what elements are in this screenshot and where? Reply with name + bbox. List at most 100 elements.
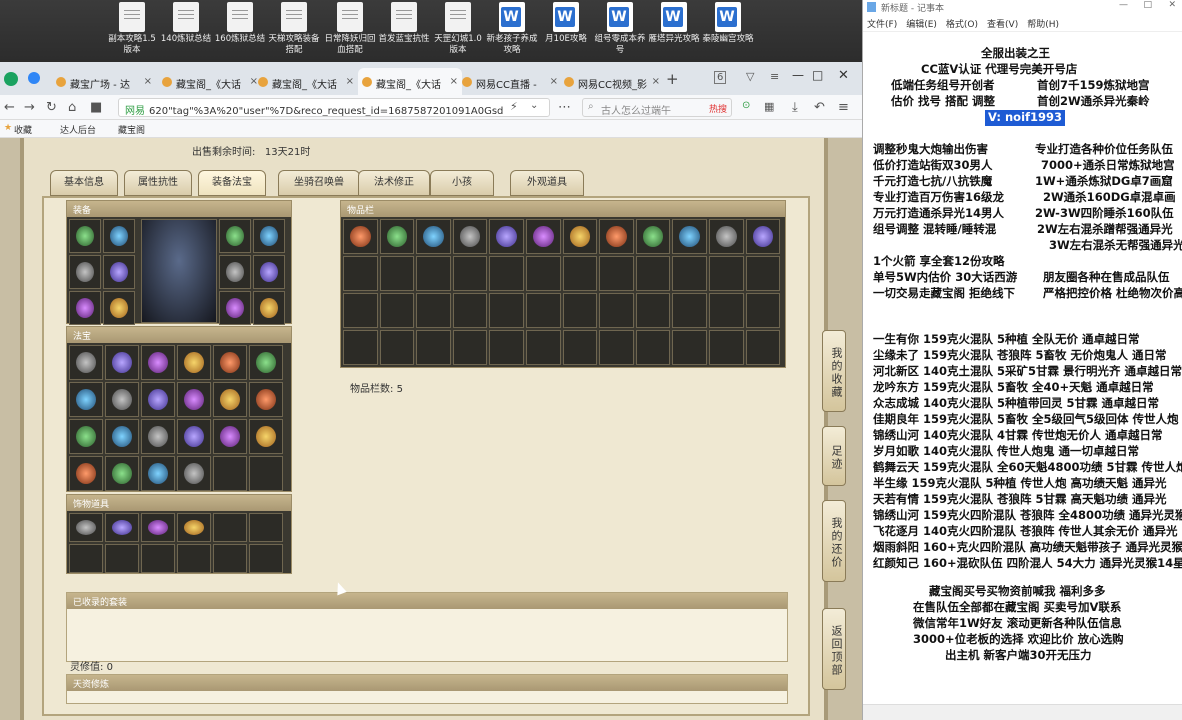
item-slot[interactable]: [105, 382, 139, 417]
item-slot[interactable]: [69, 513, 103, 542]
item-slot[interactable]: [452, 219, 488, 254]
item-slot[interactable]: [219, 219, 251, 253]
close-button[interactable]: ✕: [838, 68, 849, 83]
game-tab[interactable]: 基本信息: [50, 170, 118, 196]
item-slot[interactable]: [525, 219, 561, 254]
item-slot[interactable]: [249, 345, 283, 380]
item-slot[interactable]: [253, 255, 285, 289]
item-slot[interactable]: [562, 219, 598, 254]
undo-icon[interactable]: ↶: [814, 100, 825, 115]
item-slot[interactable]: [745, 219, 781, 254]
tab-list-icon[interactable]: 6: [714, 71, 727, 84]
item-slot[interactable]: [69, 291, 101, 325]
tab-close-icon[interactable]: ×: [144, 76, 152, 87]
item-slot[interactable]: [105, 456, 139, 491]
item-slot[interactable]: [69, 255, 101, 289]
bookmark-item[interactable]: 收藏: [14, 123, 32, 136]
desktop-file-icon[interactable]: 140炼狱总结: [158, 2, 214, 45]
notepad-close-button[interactable]: ✕: [1168, 0, 1176, 10]
browser-menu-icon[interactable]: ≡: [838, 100, 849, 115]
minimize-button[interactable]: —: [792, 68, 804, 82]
game-tab[interactable]: 坐骑召唤兽: [278, 170, 360, 196]
item-slot[interactable]: [708, 219, 744, 254]
item-slot[interactable]: [343, 219, 378, 254]
desktop-file-icon[interactable]: 组号零成本养号: [592, 2, 648, 56]
item-slot[interactable]: [177, 382, 211, 417]
bag-icon[interactable]: ■: [90, 100, 102, 115]
browser-tab[interactable]: 网易CC直播 - ×: [458, 68, 562, 95]
item-slot[interactable]: [141, 456, 175, 491]
browser-logo-icon[interactable]: [4, 72, 18, 86]
desktop-file-icon[interactable]: 雁塔异光攻略: [646, 2, 702, 45]
item-slot[interactable]: [69, 219, 101, 253]
apps-icon[interactable]: ▦: [764, 100, 774, 113]
item-slot[interactable]: [141, 419, 175, 454]
item-slot[interactable]: [105, 513, 139, 542]
browser-tab[interactable]: 藏宝阁_《大话 ×: [254, 68, 358, 95]
chevron-down-icon[interactable]: ⌄: [530, 100, 538, 111]
item-slot[interactable]: [253, 291, 285, 325]
bargain-side-button[interactable]: 我的还价: [822, 500, 846, 582]
bookmark-item[interactable]: 藏宝阁: [118, 123, 145, 136]
item-slot[interactable]: [379, 219, 415, 254]
desktop-file-icon[interactable]: 160炼狱总结: [212, 2, 268, 45]
item-slot[interactable]: [249, 382, 283, 417]
tab-close-icon[interactable]: ×: [652, 76, 660, 87]
notepad-text-area[interactable]: 全服出装之王 CC蓝V认证 代理号完美开号店 低端任务组号开创者 首创7千159炼狱地…: [863, 32, 1182, 702]
browser-tab[interactable]: 网易CC视频_影 ×: [560, 68, 664, 95]
back-to-top-button[interactable]: 返回顶部: [822, 608, 846, 690]
item-slot[interactable]: [141, 382, 175, 417]
item-slot[interactable]: [177, 456, 211, 491]
desktop-file-icon[interactable]: 秦陵幽宫攻略: [700, 2, 756, 45]
notepad-menu-item[interactable]: 格式(O): [946, 20, 978, 30]
new-tab-button[interactable]: +: [666, 70, 679, 88]
item-slot[interactable]: [249, 419, 283, 454]
desktop-file-icon[interactable]: 天梯攻略装备搭配: [266, 2, 322, 56]
item-slot[interactable]: [69, 345, 103, 380]
home-icon[interactable]: ⌂: [68, 100, 76, 115]
forward-icon[interactable]: →: [24, 100, 35, 115]
item-slot[interactable]: [489, 219, 524, 254]
game-tab[interactable]: 装备法宝: [198, 170, 266, 196]
tab-close-icon[interactable]: ×: [550, 76, 558, 87]
desktop-file-icon[interactable]: 副本攻略1.5版本: [104, 2, 160, 56]
item-slot[interactable]: [219, 255, 251, 289]
favorite-side-button[interactable]: 我的收藏: [822, 330, 846, 412]
notepad-menu-item[interactable]: 查看(V): [987, 20, 1018, 30]
shirt-icon[interactable]: ▽: [746, 70, 754, 83]
item-slot[interactable]: [105, 345, 139, 380]
item-slot[interactable]: [141, 513, 175, 542]
item-slot[interactable]: [141, 345, 175, 380]
browser-tab[interactable]: 藏宝阁_《大话 ×: [358, 68, 462, 95]
desktop-file-icon[interactable]: 天罡幻城1.0版本: [430, 2, 486, 56]
item-slot[interactable]: [213, 382, 247, 417]
item-slot[interactable]: [177, 345, 211, 380]
game-tab[interactable]: 外观道具: [510, 170, 584, 196]
download-icon[interactable]: ⤓: [792, 100, 798, 115]
lightning-icon[interactable]: ⚡: [510, 100, 518, 113]
browser-tab[interactable]: 藏宝阁_《大话 ×: [158, 68, 262, 95]
item-slot[interactable]: [103, 291, 135, 325]
notepad-menu-item[interactable]: 帮助(H): [1027, 20, 1059, 30]
item-slot[interactable]: [213, 345, 247, 380]
footprint-side-button[interactable]: 足迹: [822, 426, 846, 486]
item-slot[interactable]: [416, 219, 451, 254]
item-slot[interactable]: [219, 291, 251, 325]
refresh-icon[interactable]: ↻: [46, 100, 57, 115]
back-icon[interactable]: ←: [4, 100, 15, 115]
search-input[interactable]: ⌕ 古人怎么过端午 热搜: [582, 98, 732, 117]
item-slot[interactable]: [599, 219, 634, 254]
notepad-menu-item[interactable]: 编辑(E): [906, 20, 937, 30]
extension-icon[interactable]: ⊙: [742, 100, 750, 111]
item-slot[interactable]: [253, 219, 285, 253]
tab-close-icon[interactable]: ×: [450, 76, 458, 87]
bookmark-item[interactable]: 达人后台: [60, 123, 96, 136]
item-slot[interactable]: [105, 419, 139, 454]
desktop-file-icon[interactable]: 日常降妖归回血搭配: [322, 2, 378, 56]
item-slot[interactable]: [635, 219, 671, 254]
item-slot[interactable]: [672, 219, 707, 254]
item-slot[interactable]: [69, 382, 103, 417]
item-slot[interactable]: [103, 255, 135, 289]
game-tab[interactable]: 属性抗性: [124, 170, 192, 196]
item-slot[interactable]: [103, 219, 135, 253]
